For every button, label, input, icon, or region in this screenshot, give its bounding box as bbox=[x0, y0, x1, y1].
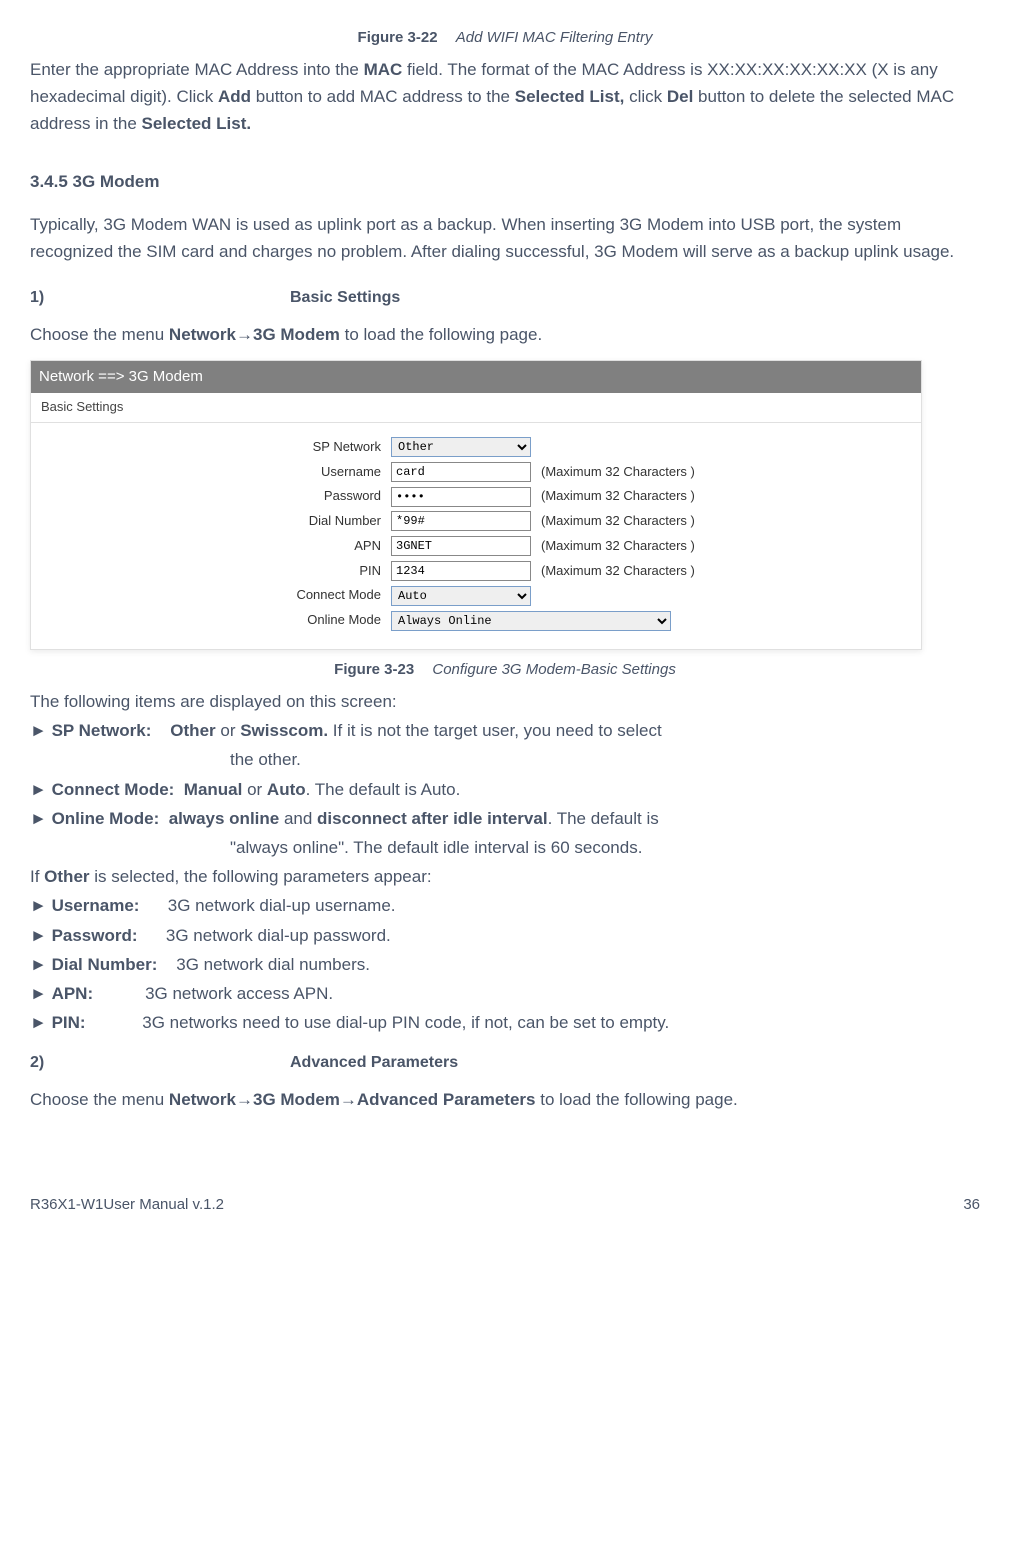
def-dial-number: ► Dial Number: 3G network dial numbers. bbox=[30, 951, 980, 978]
figure-3-23-caption: Figure 3-23 Configure 3G Modem-Basic Set… bbox=[30, 658, 980, 682]
def-sp-network-cont: the other. bbox=[230, 746, 980, 773]
def-password: ► Password: 3G network dial-up password. bbox=[30, 922, 980, 949]
def-username: ► Username: 3G network dial-up username. bbox=[30, 892, 980, 919]
hint-password: (Maximum 32 Characters ) bbox=[541, 486, 695, 507]
def-apn: ► APN: 3G network access APN. bbox=[30, 980, 980, 1007]
label-sp-network: SP Network bbox=[31, 437, 391, 458]
label-pin: PIN bbox=[31, 561, 391, 582]
input-apn[interactable] bbox=[391, 536, 531, 556]
label-connect-mode: Connect Mode bbox=[31, 585, 391, 606]
input-password[interactable] bbox=[391, 487, 531, 507]
figure-label: Figure 3-22 bbox=[358, 29, 438, 46]
hint-apn: (Maximum 32 Characters ) bbox=[541, 536, 695, 557]
input-pin[interactable] bbox=[391, 561, 531, 581]
row-password: Password (Maximum 32 Characters ) bbox=[31, 486, 921, 507]
footer-page-number: 36 bbox=[963, 1193, 980, 1217]
hint-pin: (Maximum 32 Characters ) bbox=[541, 561, 695, 582]
subheading-basic-settings: 1)Basic Settings bbox=[30, 285, 980, 311]
section-heading-345: 3.4.5 3G Modem bbox=[30, 168, 980, 195]
def-pin: ► PIN: 3G networks need to use dial-up P… bbox=[30, 1009, 980, 1036]
input-username[interactable] bbox=[391, 462, 531, 482]
def-online-mode-cont: "always online". The default idle interv… bbox=[230, 834, 980, 861]
figure-3-22-caption: Figure 3-22 Add WIFI MAC Filtering Entry bbox=[30, 26, 980, 50]
menu-path-advanced: Choose the menu Network→3G Modem→Advance… bbox=[30, 1086, 980, 1113]
row-apn: APN (Maximum 32 Characters ) bbox=[31, 536, 921, 557]
row-sp-network: SP Network Other bbox=[31, 437, 921, 458]
def-connect-mode: ► Connect Mode: Manual or Auto. The defa… bbox=[30, 776, 980, 803]
row-pin: PIN (Maximum 32 Characters ) bbox=[31, 561, 921, 582]
row-dial-number: Dial Number (Maximum 32 Characters ) bbox=[31, 511, 921, 532]
figure-label-2: Figure 3-23 bbox=[334, 661, 414, 678]
label-password: Password bbox=[31, 486, 391, 507]
def-online-mode: ► Online Mode: always online and disconn… bbox=[30, 805, 980, 832]
other-selected-heading: If Other is selected, the following para… bbox=[30, 863, 980, 890]
panel-breadcrumb: Network ==> 3G Modem bbox=[31, 361, 921, 393]
modem-config-panel: Network ==> 3G Modem Basic Settings SP N… bbox=[30, 360, 922, 650]
menu-path-basic: Choose the menu Network→3G Modem to load… bbox=[30, 321, 980, 348]
label-username: Username bbox=[31, 462, 391, 483]
row-username: Username (Maximum 32 Characters ) bbox=[31, 462, 921, 483]
hint-username: (Maximum 32 Characters ) bbox=[541, 462, 695, 483]
hint-dial: (Maximum 32 Characters ) bbox=[541, 511, 695, 532]
figure-title-2: Configure 3G Modem-Basic Settings bbox=[432, 661, 675, 678]
def-sp-network: ► SP Network: Other or Swisscom. If it i… bbox=[30, 717, 980, 744]
label-online-mode: Online Mode bbox=[31, 610, 391, 631]
section-paragraph: Typically, 3G Modem WAN is used as uplin… bbox=[30, 211, 980, 265]
panel-tab-basic: Basic Settings bbox=[31, 393, 921, 423]
select-sp-network[interactable]: Other bbox=[391, 437, 531, 457]
footer-left: R36X1-W1User Manual v.1.2 bbox=[30, 1193, 224, 1217]
row-connect-mode: Connect Mode Auto bbox=[31, 585, 921, 606]
subheading-advanced-parameters: 2)Advanced Parameters bbox=[30, 1050, 980, 1076]
label-apn: APN bbox=[31, 536, 391, 557]
intro-paragraph: Enter the appropriate MAC Address into t… bbox=[30, 56, 980, 138]
figure-title: Add WIFI MAC Filtering Entry bbox=[456, 29, 653, 46]
label-dial: Dial Number bbox=[31, 511, 391, 532]
select-online-mode[interactable]: Always Online bbox=[391, 611, 671, 631]
input-dial[interactable] bbox=[391, 511, 531, 531]
items-intro: The following items are displayed on thi… bbox=[30, 688, 980, 715]
select-connect-mode[interactable]: Auto bbox=[391, 586, 531, 606]
form-area: SP Network Other Username (Maximum 32 Ch… bbox=[31, 423, 921, 649]
row-online-mode: Online Mode Always Online bbox=[31, 610, 921, 631]
page-footer: R36X1-W1User Manual v.1.2 36 bbox=[30, 1193, 980, 1217]
